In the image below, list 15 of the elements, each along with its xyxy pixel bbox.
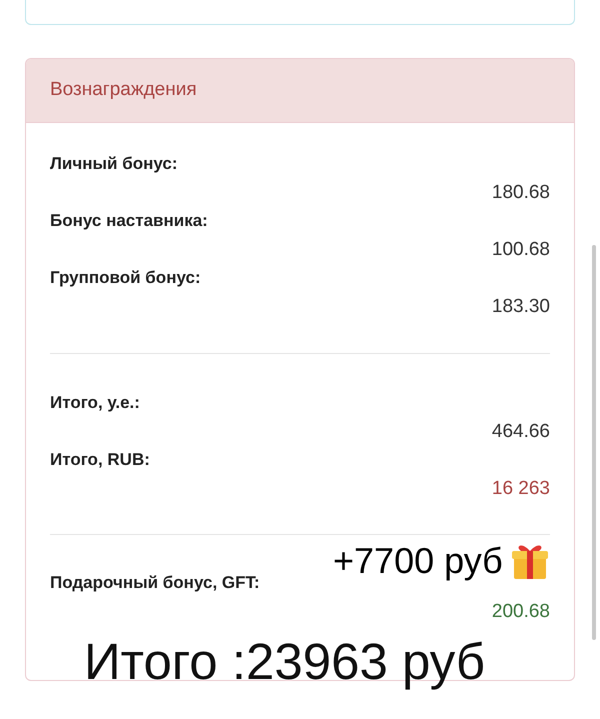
panel-title: Вознаграждения <box>50 78 197 102</box>
bonus-amount: 464.66 <box>492 420 550 444</box>
bonus-label: Личный бонус: <box>50 153 179 175</box>
bonus-label: Итого, у.е.: <box>50 392 141 414</box>
bonus-label: Итого, RUB: <box>50 449 151 471</box>
bonus-amount: 16 263 <box>492 477 550 501</box>
bonus-label: Подарочный бонус, GFT: <box>50 572 261 594</box>
bonus-label: Бонус наставника: <box>50 210 209 232</box>
total-note: Итого :23963 руб <box>84 632 486 692</box>
bonus-label: Групповой бонус: <box>50 267 202 289</box>
bonus-amount: 100.68 <box>492 238 550 262</box>
bonus-amount: 180.68 <box>492 181 550 205</box>
bonus-note: +7700 руб <box>333 539 503 583</box>
bonus-amount: 200.68 <box>492 600 550 624</box>
bonus-amount: 183.30 <box>492 295 550 319</box>
